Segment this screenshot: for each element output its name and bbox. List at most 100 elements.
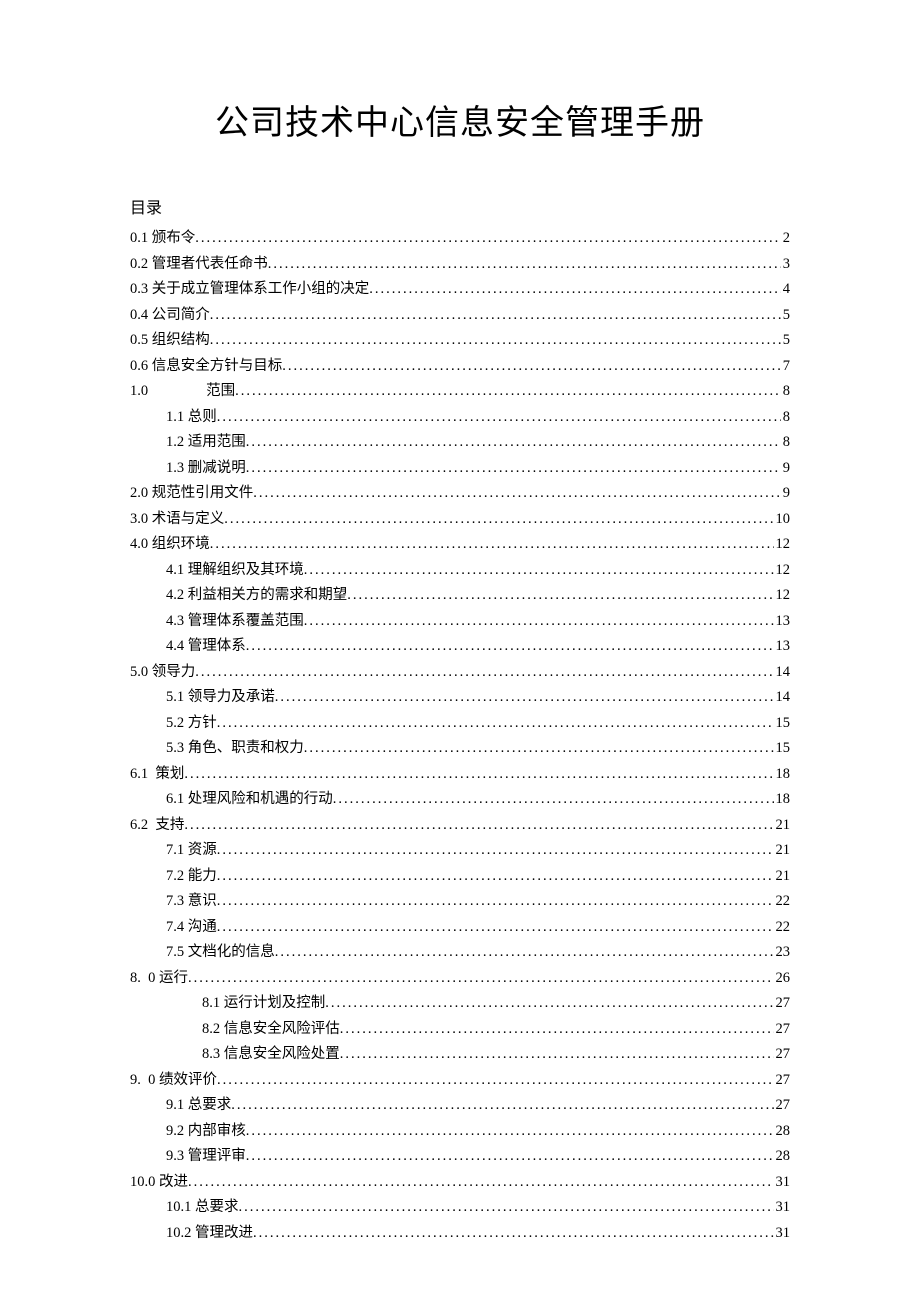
toc-entry[interactable]: 1.2 适用范围8 — [130, 430, 790, 456]
toc-entry-page: 8 — [781, 379, 790, 405]
toc-entry[interactable]: 0.1 颁布令 2 — [130, 226, 790, 252]
toc-entry-label: 1.1 总则 — [166, 405, 217, 431]
toc-entry-page: 27 — [774, 991, 791, 1017]
toc-leader-dots — [217, 889, 774, 915]
toc-leader-dots — [340, 1042, 774, 1068]
toc-entry-label: 7.1 资源 — [166, 838, 217, 864]
toc-entry[interactable]: 5.3 角色、职责和权力 15 — [130, 736, 790, 762]
toc-entry[interactable]: 5.2 方针15 — [130, 711, 790, 737]
table-of-contents: 0.1 颁布令 20.2 管理者代表任命书30.3 关于成立管理体系工作小组的决定… — [130, 226, 790, 1246]
toc-entry[interactable]: 6.2 支持21 — [130, 813, 790, 839]
toc-entry[interactable]: 7.2 能力21 — [130, 864, 790, 890]
toc-entry[interactable]: 1.1 总则 8 — [130, 405, 790, 431]
toc-entry[interactable]: 4.3 管理体系覆盖范围13 — [130, 609, 790, 635]
toc-entry-page: 15 — [774, 736, 791, 762]
toc-entry[interactable]: 7.4 沟通22 — [130, 915, 790, 941]
toc-entry-page: 31 — [774, 1221, 791, 1247]
toc-entry-label: 0.1 颁布令 — [130, 226, 195, 252]
toc-entry-label: 9.1 总要求 — [166, 1093, 231, 1119]
toc-entry-label: 8.3 信息安全风险处置 — [202, 1042, 340, 1068]
toc-entry[interactable]: 0.6 信息安全方针与目标7 — [130, 354, 790, 380]
toc-entry[interactable]: 6.1 策划18 — [130, 762, 790, 788]
toc-entry-label: 8.1 运行计划及控制 — [202, 991, 325, 1017]
toc-entry-page: 31 — [774, 1195, 791, 1221]
toc-entry-label: 6.1 处理风险和机遇的行动 — [166, 787, 333, 813]
toc-leader-dots — [268, 252, 781, 278]
toc-leader-dots — [210, 328, 781, 354]
toc-entry[interactable]: 4.0 组织环境12 — [130, 532, 790, 558]
toc-entry[interactable]: 4.1 理解组织及其环境12 — [130, 558, 790, 584]
toc-entry[interactable]: 8. 0 运行26 — [130, 966, 790, 992]
toc-entry-label: 7.3 意识 — [166, 889, 217, 915]
toc-leader-dots — [217, 1068, 774, 1094]
toc-entry-page: 27 — [774, 1042, 791, 1068]
toc-entry[interactable]: 9.1 总要求27 — [130, 1093, 790, 1119]
toc-entry-page: 3 — [781, 252, 790, 278]
toc-entry[interactable]: 2.0 规范性引用文件9 — [130, 481, 790, 507]
toc-entry[interactable]: 8.2 信息安全风险评估27 — [130, 1017, 790, 1043]
toc-entry-page: 8 — [781, 405, 790, 431]
toc-entry-page: 13 — [774, 609, 791, 635]
toc-entry[interactable]: 10.0 改进31 — [130, 1170, 790, 1196]
toc-entry-page: 12 — [774, 583, 791, 609]
toc-entry-page: 21 — [774, 838, 791, 864]
toc-entry[interactable]: 3.0 术语与定义10 — [130, 507, 790, 533]
toc-entry-label: 1.0 范围 — [130, 379, 235, 405]
toc-entry-label: 0.4 公司简介 — [130, 303, 210, 329]
toc-entry[interactable]: 5.1 领导力及承诺 14 — [130, 685, 790, 711]
toc-leader-dots — [195, 226, 781, 252]
toc-leader-dots — [253, 481, 781, 507]
toc-entry-page: 21 — [774, 813, 791, 839]
toc-entry-page: 28 — [774, 1119, 791, 1145]
toc-entry-label: 9.3 管理评审 — [166, 1144, 246, 1170]
toc-entry[interactable]: 10.2 管理改进31 — [130, 1221, 790, 1247]
toc-entry[interactable]: 0.5 组织结构5 — [130, 328, 790, 354]
toc-leader-dots — [217, 838, 774, 864]
toc-entry-label: 7.4 沟通 — [166, 915, 217, 941]
toc-leader-dots — [217, 405, 781, 431]
toc-entry[interactable]: 4.2 利益相关方的需求和期望12 — [130, 583, 790, 609]
toc-entry[interactable]: 5.0 领导力14 — [130, 660, 790, 686]
toc-leader-dots — [246, 1119, 774, 1145]
toc-entry[interactable]: 0.2 管理者代表任命书3 — [130, 252, 790, 278]
toc-entry-label: 4.4 管理体系 — [166, 634, 246, 660]
toc-entry[interactable]: 7.5 文档化的信息23 — [130, 940, 790, 966]
toc-entry-page: 27 — [774, 1017, 791, 1043]
toc-entry[interactable]: 8.1 运行计划及控制 27 — [130, 991, 790, 1017]
toc-entry-page: 14 — [774, 685, 791, 711]
toc-leader-dots — [333, 787, 774, 813]
toc-leader-dots — [217, 915, 774, 941]
toc-leader-dots — [188, 966, 774, 992]
toc-entry[interactable]: 1.3 删减说明9 — [130, 456, 790, 482]
document-title: 公司技术中心信息安全管理手册 — [130, 95, 790, 144]
toc-entry-label: 5.3 角色、职责和权力 — [166, 736, 304, 762]
toc-entry-page: 9 — [781, 481, 790, 507]
toc-entry-page: 18 — [774, 762, 791, 788]
toc-entry[interactable]: 1.0 范围 8 — [130, 379, 790, 405]
toc-entry-label: 7.2 能力 — [166, 864, 217, 890]
toc-leader-dots — [369, 277, 781, 303]
toc-entry-page: 23 — [774, 940, 791, 966]
toc-entry[interactable]: 10.1 总要求31 — [130, 1195, 790, 1221]
toc-entry[interactable]: 0.4 公司简介5 — [130, 303, 790, 329]
toc-leader-dots — [304, 558, 774, 584]
toc-leader-dots — [325, 991, 773, 1017]
toc-entry[interactable]: 9. 0 绩效评价27 — [130, 1068, 790, 1094]
toc-entry-label: 9. 0 绩效评价 — [130, 1068, 217, 1094]
toc-entry[interactable]: 6.1 处理风险和机遇的行动18 — [130, 787, 790, 813]
toc-entry[interactable]: 7.1 资源 21 — [130, 838, 790, 864]
toc-entry-page: 12 — [774, 532, 791, 558]
toc-entry-label: 4.1 理解组织及其环境 — [166, 558, 304, 584]
toc-entry-label: 5.1 领导力及承诺 — [166, 685, 275, 711]
toc-entry[interactable]: 4.4 管理体系13 — [130, 634, 790, 660]
toc-entry-page: 5 — [781, 328, 790, 354]
toc-entry-page: 14 — [774, 660, 791, 686]
toc-entry[interactable]: 9.2 内部审核28 — [130, 1119, 790, 1145]
toc-leader-dots — [340, 1017, 774, 1043]
toc-leader-dots — [239, 1195, 774, 1221]
toc-entry[interactable]: 0.3 关于成立管理体系工作小组的决定4 — [130, 277, 790, 303]
toc-entry-page: 2 — [781, 226, 790, 252]
toc-entry[interactable]: 8.3 信息安全风险处置 27 — [130, 1042, 790, 1068]
toc-entry[interactable]: 7.3 意识22 — [130, 889, 790, 915]
toc-entry[interactable]: 9.3 管理评审28 — [130, 1144, 790, 1170]
